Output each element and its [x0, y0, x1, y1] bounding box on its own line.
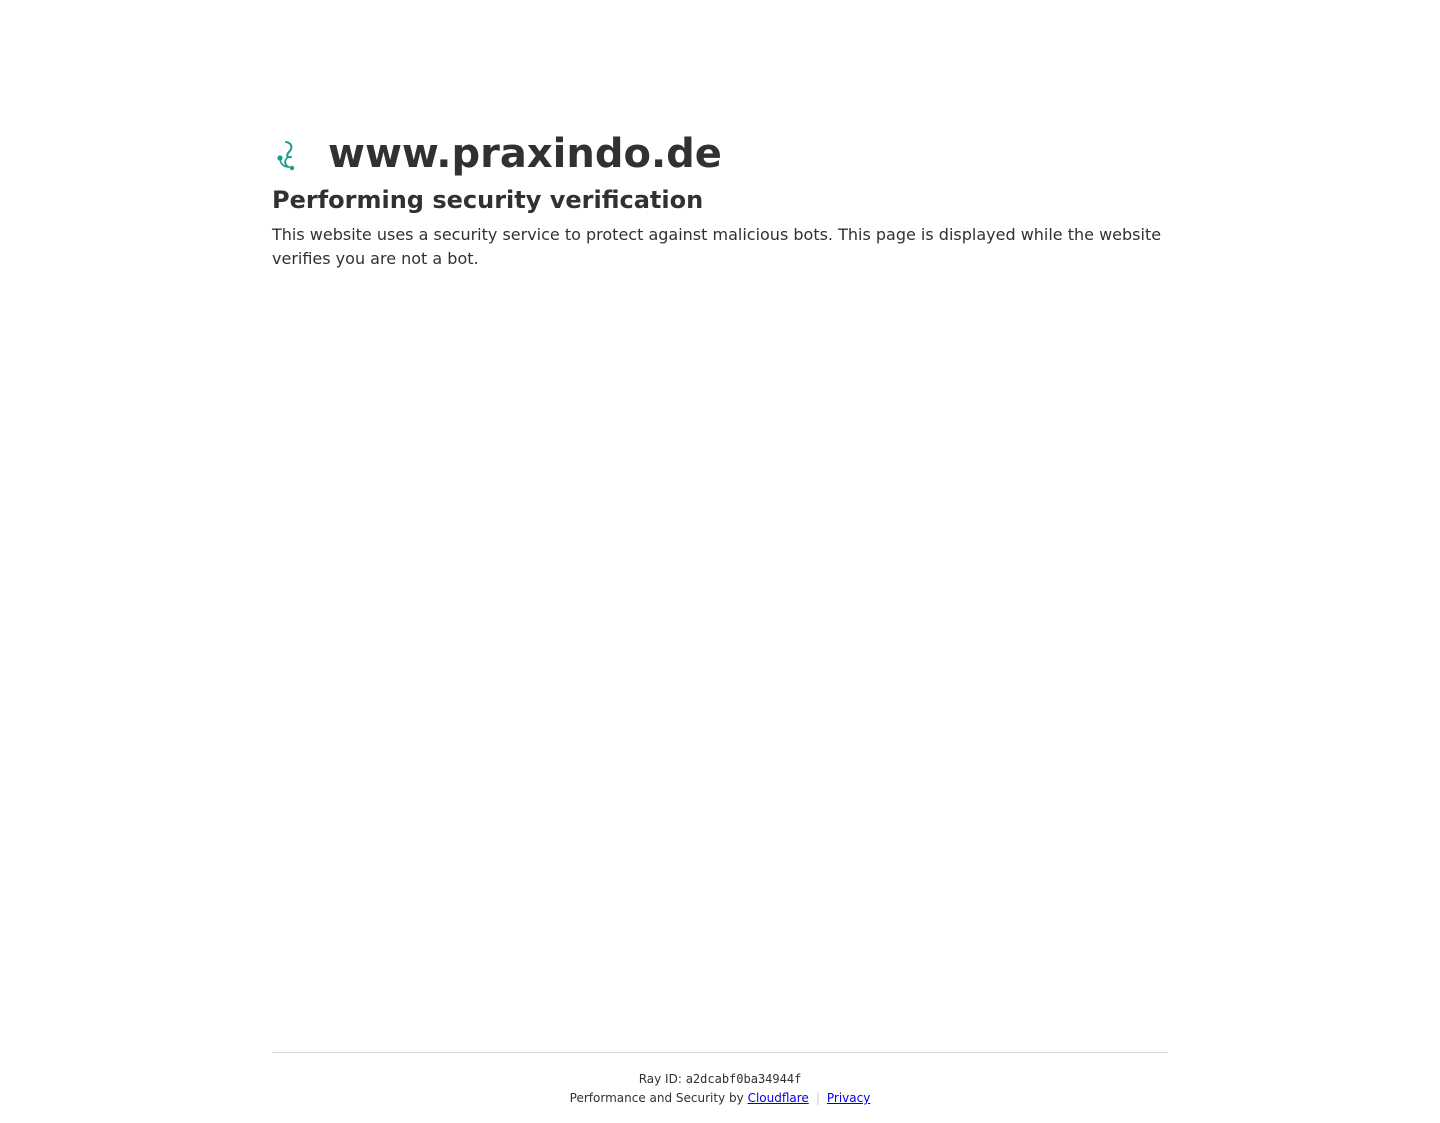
ray-id-label: Ray ID:	[638, 1072, 682, 1086]
site-name: www.praxindo.de	[328, 131, 722, 177]
footer: Ray ID: a2dcabf0ba34944f Performance and…	[272, 1052, 1168, 1106]
ray-id-value: a2dcabf0ba34944f	[685, 1072, 802, 1086]
page-title: Performing security verification	[272, 186, 704, 214]
cloudflare-link[interactable]: Cloudflare	[748, 1091, 809, 1105]
privacy-link[interactable]: Privacy	[827, 1091, 870, 1105]
performance-line: Performance and Security by Cloudflare | P…	[272, 1090, 1168, 1106]
stethoscope-icon	[277, 141, 295, 171]
page-description: This website uses a security service to …	[272, 225, 1162, 268]
site-header: www.praxindo.de	[272, 126, 722, 182]
footer-separator: |	[815, 1091, 820, 1105]
performance-label: Performance and Security by	[569, 1091, 744, 1105]
ray-id-line: Ray ID: a2dcabf0ba34944f	[272, 1071, 1168, 1087]
